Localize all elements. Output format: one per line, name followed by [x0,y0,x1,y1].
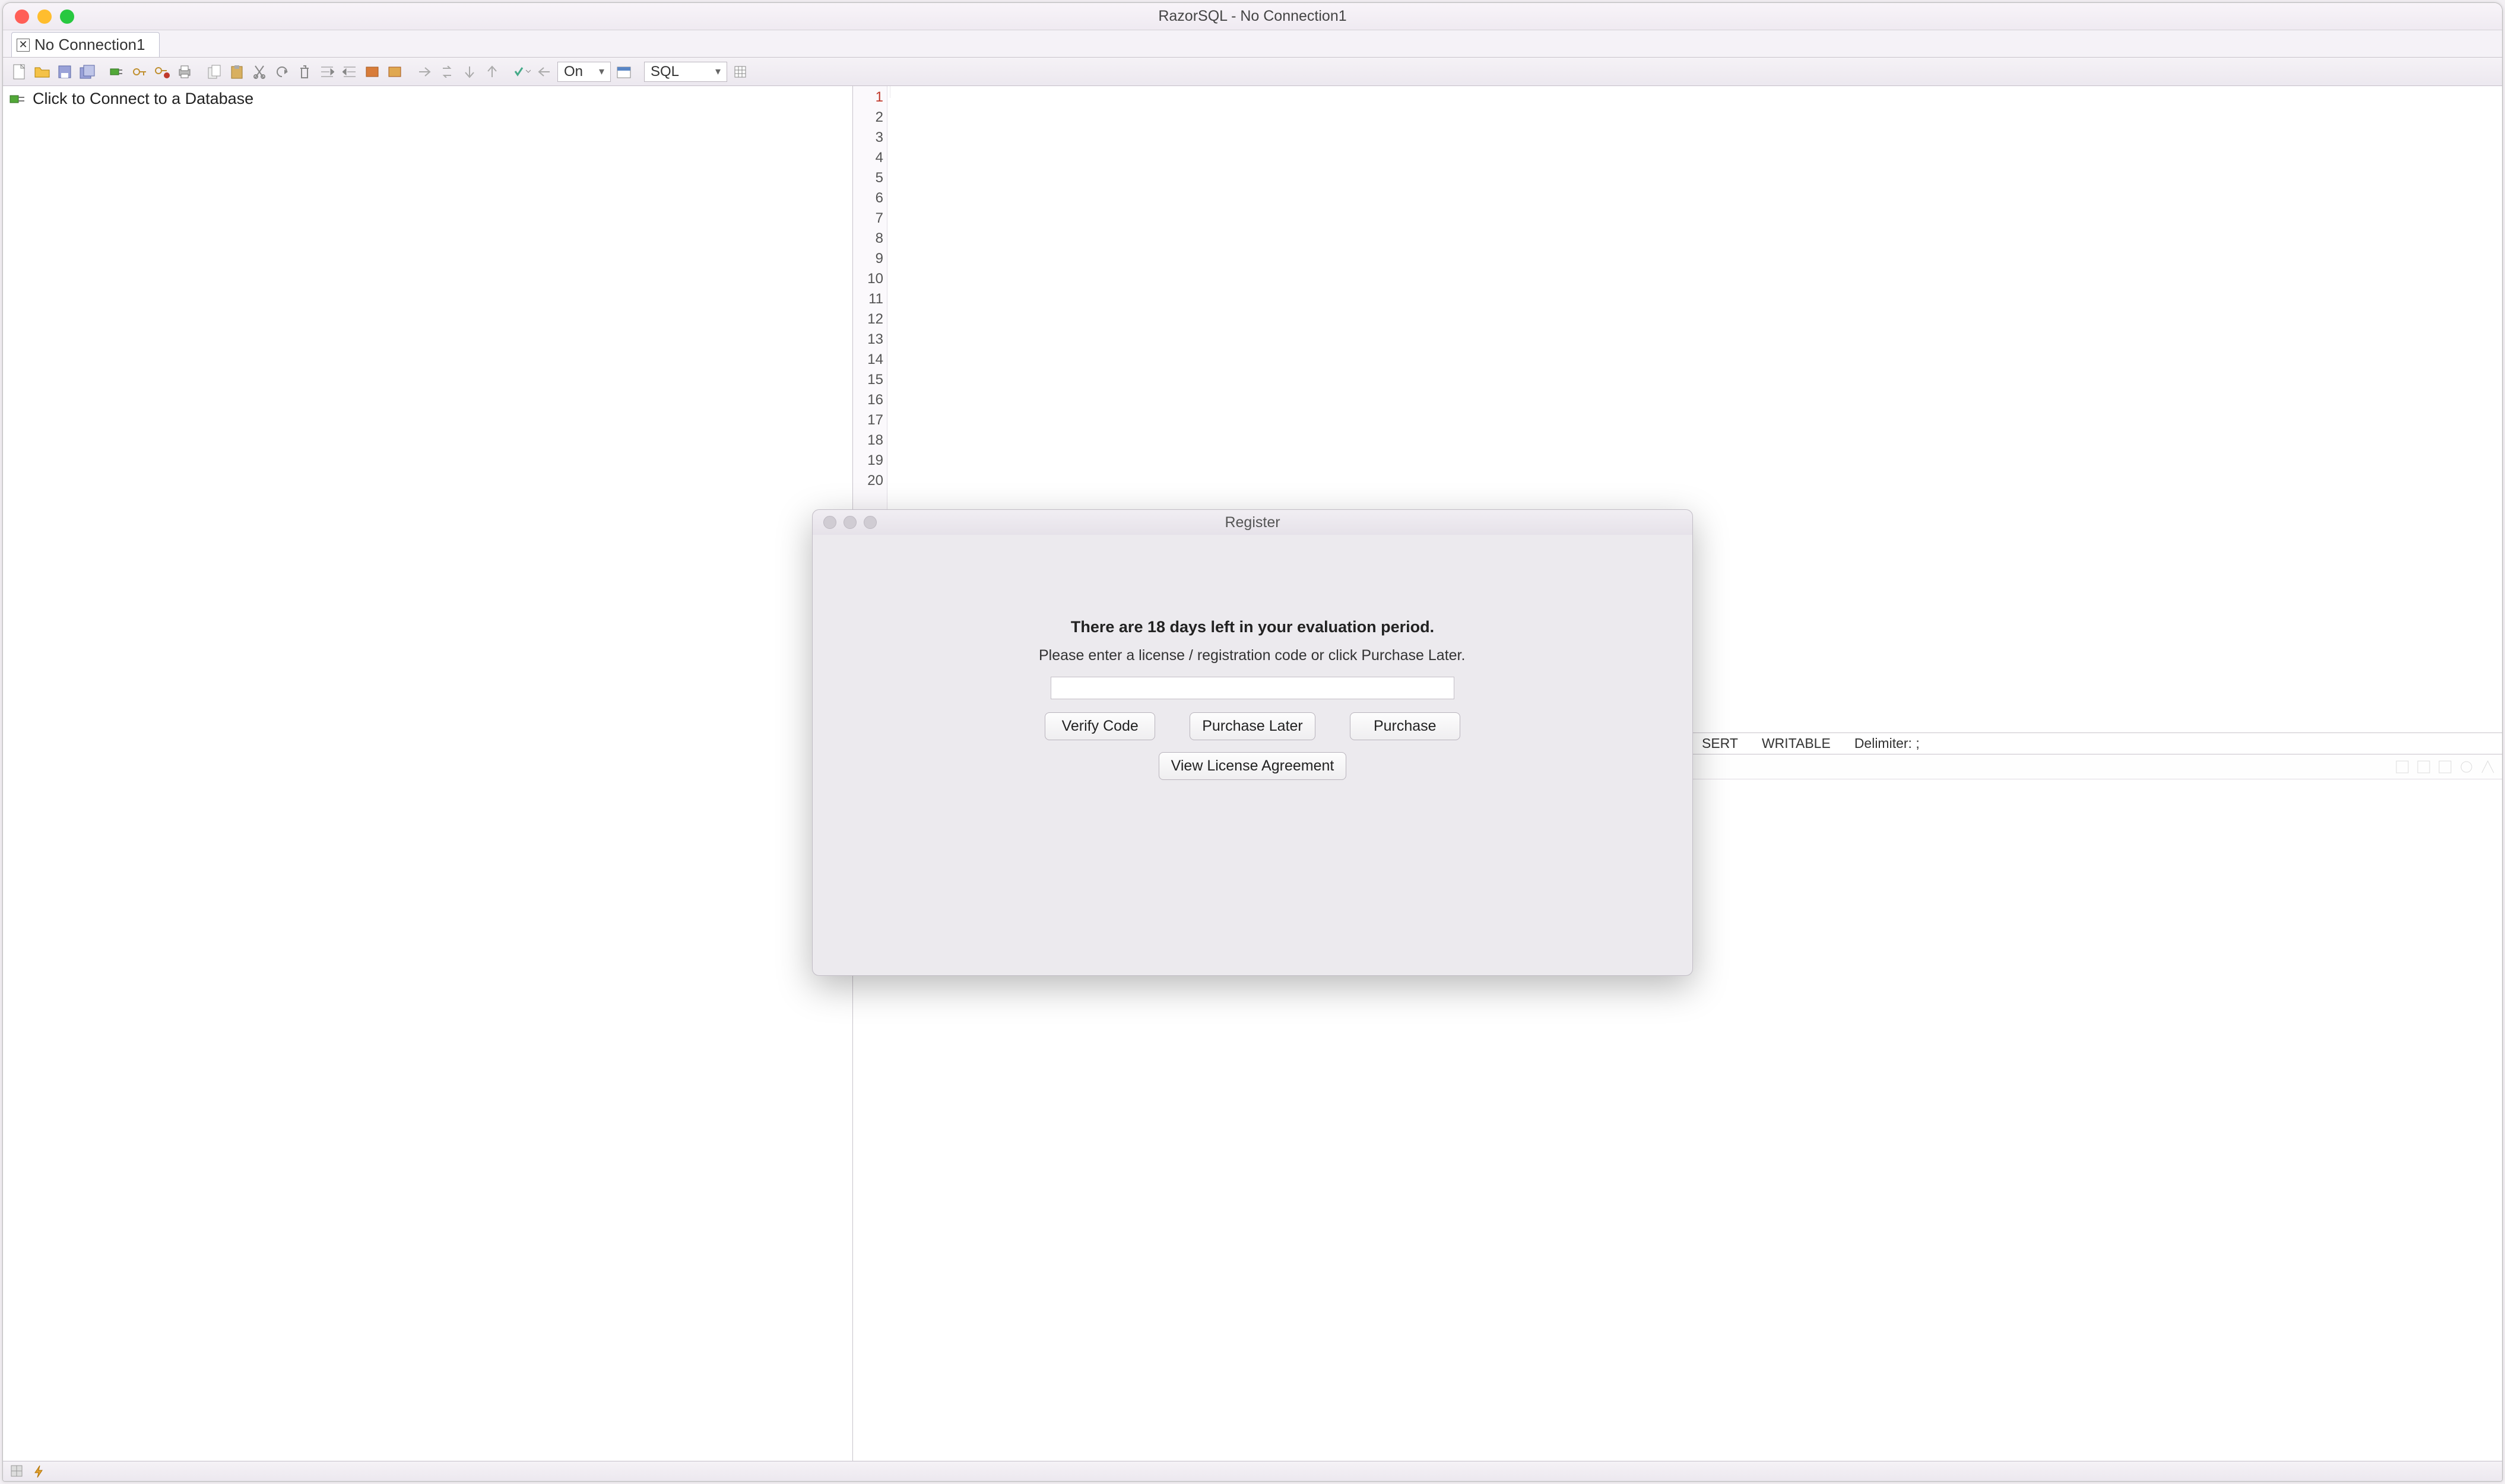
print-icon[interactable] [175,62,194,81]
check-dropdown-icon[interactable] [512,62,531,81]
toggle-a-icon[interactable] [363,62,382,81]
open-folder-icon[interactable] [33,62,52,81]
calendar-icon[interactable] [614,62,633,81]
chevron-down-icon: ▾ [599,65,604,78]
footer-grid-icon[interactable] [10,1464,24,1479]
dialog-titlebar: Register [813,510,1692,535]
delete-icon[interactable] [295,62,314,81]
license-code-input[interactable] [1051,677,1454,699]
footer-bolt-icon[interactable] [33,1464,47,1479]
evaluation-heading: There are 18 days left in your evaluatio… [860,618,1645,636]
indent-right-icon[interactable] [340,62,359,81]
copy-icon[interactable] [205,62,224,81]
purchase-button[interactable]: Purchase [1350,712,1460,740]
grid-icon[interactable] [731,62,750,81]
toggle-combo-label: On [564,64,583,80]
nav-forward-icon[interactable] [415,62,434,81]
results-icon-5[interactable] [2479,759,2496,775]
tab-close-icon[interactable]: ✕ [17,39,30,52]
dialog-close-icon[interactable] [823,516,836,529]
undo-icon[interactable] [272,62,291,81]
results-icon-2[interactable] [2415,759,2432,775]
connect-database-label: Click to Connect to a Database [33,90,253,108]
window-title: RazorSQL - No Connection1 [1158,8,1346,25]
paste-icon[interactable] [227,62,246,81]
cut-icon[interactable] [250,62,269,81]
status-mode: SERT [1702,735,1738,751]
connect-database-link[interactable]: Click to Connect to a Database [9,90,846,108]
nav-down-icon[interactable] [460,62,479,81]
stop-key-icon[interactable] [153,62,172,81]
purchase-later-button[interactable]: Purchase Later [1190,712,1315,740]
dialog-button-row: Verify Code Purchase Later Purchase [860,712,1645,740]
close-icon[interactable] [15,9,29,24]
plug-icon [9,92,27,106]
sidebar: Click to Connect to a Database [3,86,853,1461]
tab-strip: ✕ No Connection1 [3,30,2502,58]
register-dialog: Register There are 18 days left in your … [812,509,1693,976]
maximize-icon[interactable] [60,9,74,24]
toggle-combo[interactable]: On ▾ [557,62,611,82]
chevron-down-icon: ▾ [715,65,721,78]
nav-up-icon[interactable] [483,62,502,81]
tab-noconnection[interactable]: ✕ No Connection1 [11,32,160,57]
dialog-title: Register [1225,514,1280,531]
language-combo-label: SQL [651,64,679,80]
status-writable: WRITABLE [1762,735,1831,751]
dialog-minimize-icon[interactable] [844,516,857,529]
footer-bar [3,1461,2502,1481]
indent-left-icon[interactable] [318,62,337,81]
key-icon[interactable] [130,62,149,81]
view-license-button[interactable]: View License Agreement [1159,752,1347,780]
dialog-button-row-2: View License Agreement [860,752,1645,780]
dialog-maximize-icon[interactable] [864,516,877,529]
verify-code-button[interactable]: Verify Code [1045,712,1155,740]
connect-icon[interactable] [107,62,126,81]
toggle-b-icon[interactable] [385,62,404,81]
language-combo[interactable]: SQL ▾ [644,62,727,82]
minimize-icon[interactable] [37,9,52,24]
results-icon-1[interactable] [2394,759,2411,775]
window-traffic-lights [3,9,74,24]
tab-label: No Connection1 [34,36,145,54]
dialog-body: There are 18 days left in your evaluatio… [813,535,1692,810]
new-file-icon[interactable] [10,62,29,81]
main-toolbar: On ▾ SQL ▾ [3,58,2502,86]
status-delimiter: Delimiter: ; [1854,735,1920,751]
dialog-traffic-lights [813,516,877,529]
window-titlebar: RazorSQL - No Connection1 [3,3,2502,30]
editor-cursor [890,86,2502,98]
save-icon[interactable] [55,62,74,81]
dialog-instructions: Please enter a license / registration co… [1039,646,1466,666]
results-icon-4[interactable] [2458,759,2475,775]
nav-back-icon[interactable] [535,62,554,81]
save-all-icon[interactable] [78,62,97,81]
cycle-icon[interactable] [437,62,456,81]
results-icon-3[interactable] [2437,759,2453,775]
